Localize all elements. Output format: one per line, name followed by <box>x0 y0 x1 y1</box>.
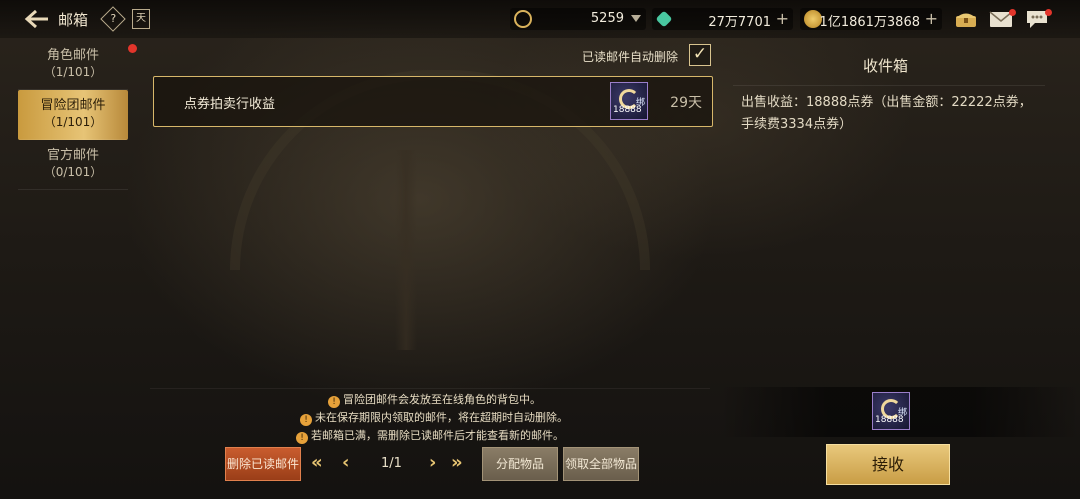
crystal-icon <box>655 10 673 28</box>
attachment-item-icon[interactable]: 绑 18888 <box>872 392 910 430</box>
last-page-icon[interactable]: » <box>451 452 463 473</box>
coupon-item-icon: 绑 18888 <box>610 82 648 120</box>
sidebar-item-count: （1/101） <box>43 115 103 129</box>
page-title: 邮箱 <box>58 11 89 29</box>
notice-item: ! 冒险团邮件会发放至在线角色的背包中。 <box>296 391 596 409</box>
attachment-count: 18888 <box>875 415 904 425</box>
point-coupon-value: 5259 <box>590 11 624 26</box>
background-tree <box>395 150 417 350</box>
sidebar-item-label: 角色邮件 <box>46 48 99 63</box>
coupon-icon <box>514 10 532 28</box>
checkmark-icon: ✓ <box>692 44 708 64</box>
back-arrow-icon[interactable] <box>24 8 50 30</box>
sidebar-item-label: 官方邮件 <box>46 148 99 163</box>
crystal-value: 27万7701 <box>708 15 771 30</box>
add-crystal-icon[interactable]: + <box>776 9 789 28</box>
notice-item: ! 未在保存期限内领取的邮件，将在超期时自动删除。 <box>296 409 596 427</box>
help-icon: ? <box>110 12 117 26</box>
mail-category-sidebar: 角色邮件 （1/101） 冒险团邮件 （1/101） 官方邮件 （0/101） <box>18 40 128 190</box>
sidebar-item-count: （0/101） <box>43 165 103 179</box>
mail-body-text: 出售收益：18888点券（出售金额：22222点券，手续费3334点券） <box>741 95 1032 132</box>
mail-title: 点券拍卖行收益 <box>184 97 276 112</box>
next-page-icon[interactable]: › <box>429 452 436 473</box>
auto-delete-label: 已读邮件自动删除 <box>582 50 679 64</box>
divider <box>150 388 710 389</box>
claim-all-items-button[interactable]: 领取全部物品 <box>563 447 639 481</box>
sidebar-item-label: 冒险团邮件 <box>40 98 106 113</box>
help-button[interactable]: ? <box>100 6 126 32</box>
mail-list-item[interactable]: 点券拍卖行收益 绑 18888 29天 <box>153 76 713 127</box>
notice-list: ! 冒险团邮件会发放至在线角色的背包中。 ! 未在保存期限内领取的邮件，将在超期时自… <box>296 391 596 445</box>
sidebar-item-adventure-team-mail[interactable]: 冒险团邮件 （1/101） <box>18 90 128 140</box>
days-remaining: 29天 <box>670 95 702 111</box>
item-count: 18888 <box>613 105 642 115</box>
sidebar-item-count: （1/101） <box>43 65 103 79</box>
calendar-button[interactable]: 天 <box>132 9 150 29</box>
sidebar-item-character-mail[interactable]: 角色邮件 （1/101） <box>18 40 128 90</box>
resource-crystal[interactable]: 27万7701 + <box>652 8 793 30</box>
resource-point-coupon[interactable]: 5259 <box>510 8 646 30</box>
distribute-items-button[interactable]: 分配物品 <box>482 447 558 481</box>
page-indicator: 1/1 <box>381 456 402 471</box>
notice-item: ! 若邮箱已满，需删除已读邮件后才能查看新的邮件。 <box>296 427 596 445</box>
auto-delete-checkbox[interactable]: ✓ <box>689 44 711 66</box>
resource-gold[interactable]: 1亿1861万3868 + <box>800 8 942 30</box>
detail-divider <box>733 85 1045 86</box>
warning-icon: ! <box>296 432 308 444</box>
chat-notification-dot <box>1045 9 1052 16</box>
mail-notification-dot <box>1009 9 1016 16</box>
add-gold-icon[interactable]: + <box>925 9 938 28</box>
sidebar-item-official-mail[interactable]: 官方邮件 （0/101） <box>18 140 128 190</box>
top-bar: 邮箱 ? 天 5259 27万7701 + 1亿1861万3868 + <box>0 0 1080 38</box>
dropdown-arrow-icon[interactable] <box>631 15 641 22</box>
detail-title: 收件箱 <box>863 57 909 75</box>
treasure-chest-icon[interactable] <box>954 9 978 29</box>
receive-button[interactable]: 接收 <box>826 444 950 485</box>
delete-read-mail-button[interactable]: 删除已读邮件 <box>225 447 301 481</box>
character-mail-notification-dot <box>128 44 137 53</box>
previous-page-icon[interactable]: ‹ <box>342 452 349 473</box>
warning-icon: ! <box>300 414 312 426</box>
warning-icon: ! <box>328 396 340 408</box>
gold-value: 1亿1861万3868 <box>819 15 920 30</box>
first-page-icon[interactable]: « <box>311 452 323 473</box>
